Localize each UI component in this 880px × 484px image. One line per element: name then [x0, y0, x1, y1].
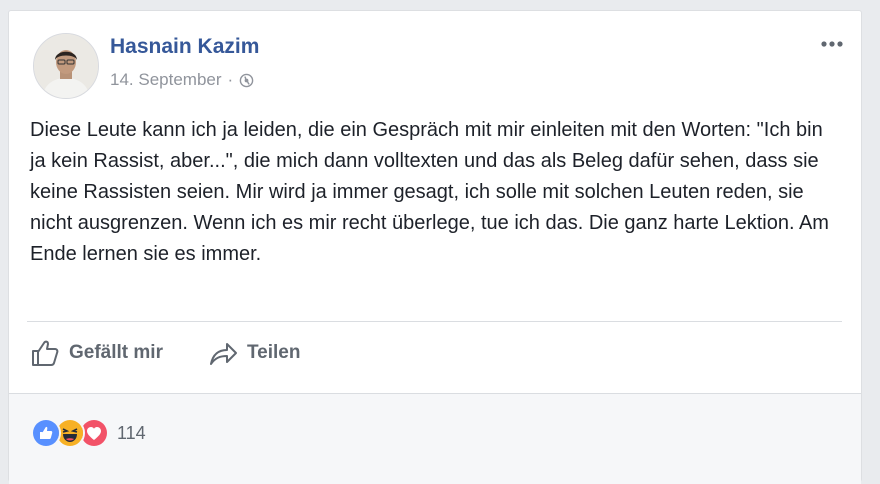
author-avatar[interactable] [33, 33, 99, 99]
reactions-summary[interactable]: 114 [31, 418, 146, 448]
post-date[interactable]: 14. September [110, 70, 222, 90]
actions-divider [27, 321, 842, 322]
author-name[interactable]: Hasnain Kazim [110, 35, 259, 59]
post-card: Hasnain Kazim 14. September · Diese Leut… [8, 10, 862, 484]
like-button[interactable]: Gefällt mir [29, 337, 163, 369]
like-reaction-icon [31, 418, 61, 448]
more-dots-icon [821, 41, 843, 47]
more-options-button[interactable] [817, 31, 847, 57]
reaction-count: 114 [117, 422, 146, 443]
profile-photo [34, 34, 98, 98]
share-arrow-icon [209, 343, 237, 365]
globe-icon [239, 73, 254, 88]
post-actions: Gefällt mir Teilen [29, 337, 300, 369]
meta-separator: · [227, 70, 234, 89]
post-text: Diese Leute kann ich ja leiden, die ein … [30, 119, 829, 265]
like-label: Gefällt mir [69, 342, 163, 363]
share-label: Teilen [246, 342, 301, 363]
reactions-bar: 114 [9, 393, 861, 484]
thumbs-up-icon [32, 340, 59, 366]
share-button[interactable]: Teilen [207, 338, 301, 368]
post-meta: 14. September · [110, 70, 254, 90]
